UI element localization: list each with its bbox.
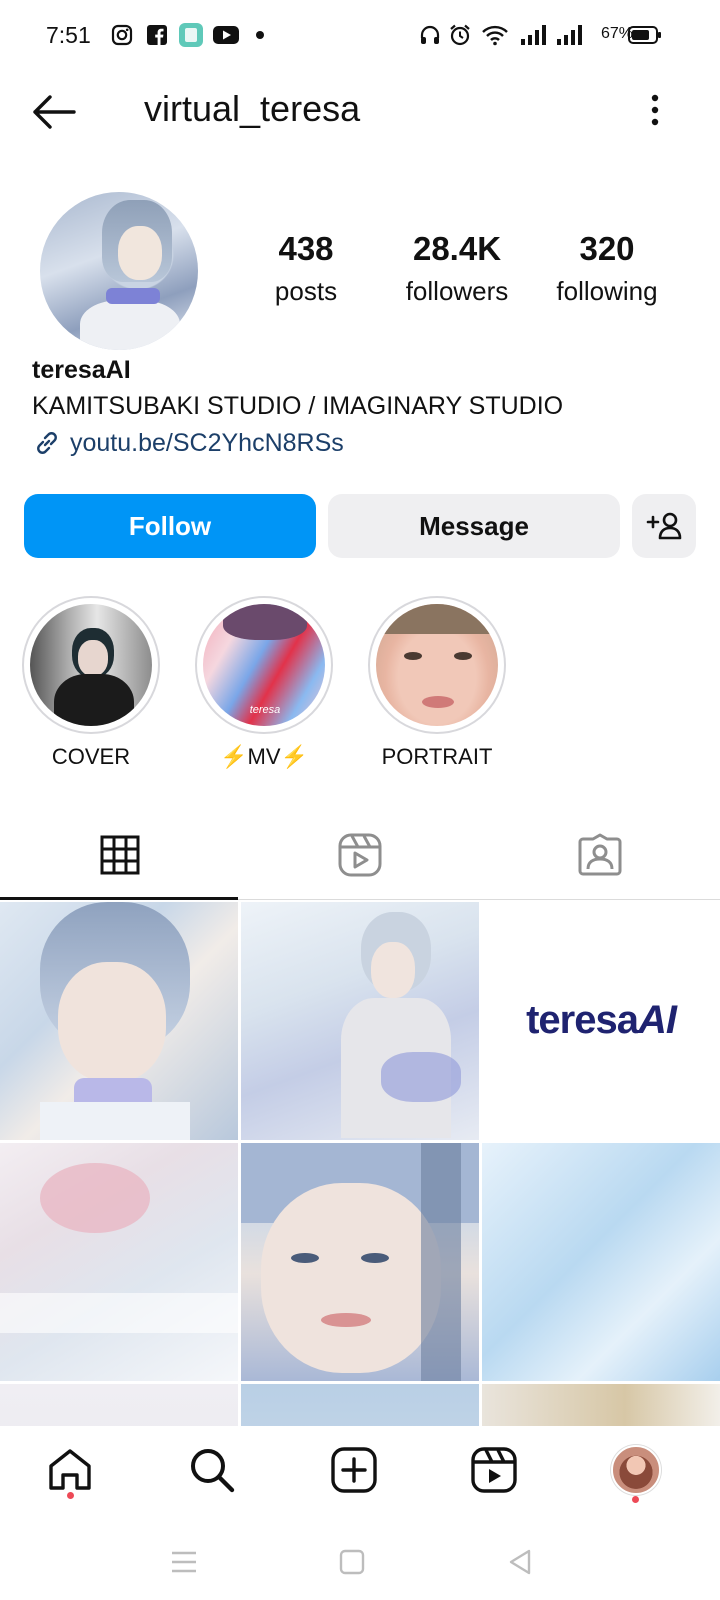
posts-grid: teresaAI (0, 902, 720, 1426)
battery-icon (628, 22, 662, 48)
reels-icon (338, 833, 382, 877)
system-navigation-bar (0, 1522, 720, 1600)
grid-post[interactable] (0, 1143, 238, 1381)
back-system-button[interactable] (500, 1542, 540, 1582)
reels-icon (471, 1447, 517, 1493)
highlight-portrait-label: PORTRAIT (381, 744, 493, 769)
stat-followers-label: followers (405, 276, 509, 306)
home-icon (49, 1449, 91, 1490)
square-icon (339, 1549, 365, 1575)
menu-icon (172, 1551, 196, 1573)
add-post-icon (331, 1447, 377, 1493)
app-icon (178, 22, 204, 48)
stat-following-label: following (556, 276, 658, 306)
status-bar: 7:51 67% (0, 0, 720, 72)
grid-post[interactable] (241, 1384, 479, 1426)
stat-posts[interactable]: 438 posts (256, 230, 356, 307)
grid-post[interactable] (482, 1143, 720, 1381)
grid-post-logo[interactable]: teresaAI (482, 902, 720, 1140)
more-options-button[interactable] (640, 92, 672, 132)
nav-home[interactable] (34, 1440, 106, 1500)
stat-following-value: 320 (579, 230, 635, 267)
bottom-navigation (0, 1426, 720, 1522)
header-username: virtual_teresa (144, 88, 361, 129)
tagged-person-icon (578, 833, 622, 876)
active-tab-indicator (0, 897, 238, 900)
wifi-icon (480, 22, 510, 48)
alarm-icon (448, 22, 472, 48)
highlight-cover-image (30, 604, 152, 726)
highlight-cover[interactable]: COVER (22, 596, 160, 769)
profile-tabs (0, 810, 720, 900)
grid-post[interactable] (241, 902, 479, 1140)
highlight-portrait-image (376, 604, 498, 726)
highlight-portrait[interactable]: PORTRAIT (368, 596, 506, 769)
profile-avatar-small (611, 1445, 661, 1495)
tab-posts-grid[interactable] (0, 810, 240, 900)
status-time: 7:51 (46, 22, 91, 48)
grid-post[interactable] (482, 1384, 720, 1426)
back-button[interactable] (30, 92, 82, 132)
signal-icon (518, 22, 548, 48)
highlight-mv-image: teresa (203, 604, 325, 726)
recent-apps-button[interactable] (164, 1542, 204, 1582)
profile-notification-dot (632, 1496, 639, 1503)
tab-tagged[interactable] (480, 810, 720, 900)
arrow-left-icon (33, 95, 76, 129)
profile-link-text: youtu.be/SC2YhcN8RSs (70, 428, 344, 457)
highlight-mv-label: ⚡MV⚡ (220, 744, 308, 769)
stat-followers[interactable]: 28.4K followers (390, 230, 524, 307)
link-icon (37, 432, 57, 454)
youtube-icon (212, 22, 240, 48)
grid-icon (100, 835, 140, 875)
highlight-mv-caption: teresa (249, 704, 281, 716)
signal-icon (554, 22, 584, 48)
stat-posts-label: posts (274, 276, 338, 306)
nav-search[interactable] (176, 1440, 248, 1500)
stat-posts-value: 438 (278, 230, 334, 267)
home-button[interactable] (332, 1542, 372, 1582)
suggested-users-button[interactable] (632, 494, 696, 558)
nav-profile[interactable] (600, 1440, 672, 1500)
triangle-back-icon (509, 1549, 531, 1575)
stat-followers-value: 28.4K (412, 230, 502, 267)
message-button[interactable]: Message (328, 494, 620, 558)
highlight-mv[interactable]: teresa ⚡MV⚡ (195, 596, 333, 769)
profile-bio: KAMITSUBAKI STUDIO / IMAGINARY STUDIO (32, 392, 564, 420)
instagram-icon (110, 22, 134, 48)
headphones-icon (418, 22, 442, 48)
grid-logo-text: teresaAI (526, 998, 677, 1042)
facebook-icon (146, 22, 168, 48)
grid-post[interactable] (0, 1384, 238, 1426)
profile-link[interactable]: youtu.be/SC2YhcN8RSs (32, 428, 344, 458)
profile-header: virtual_teresa (0, 72, 720, 152)
profile-display-name: teresaAI (32, 356, 131, 384)
nav-create[interactable] (318, 1440, 390, 1500)
more-vertical-icon (651, 94, 659, 126)
grid-post[interactable] (241, 1143, 479, 1381)
search-icon (191, 1449, 235, 1493)
highlight-cover-label: COVER (51, 744, 131, 769)
grid-post[interactable] (0, 902, 238, 1140)
stat-following[interactable]: 320 following (542, 230, 672, 307)
tab-reels[interactable] (240, 810, 480, 900)
add-person-icon (646, 512, 682, 540)
profile-avatar[interactable] (40, 192, 198, 350)
home-notification-dot (67, 1492, 74, 1499)
nav-reels[interactable] (458, 1440, 530, 1500)
follow-button[interactable]: Follow (24, 494, 316, 558)
notification-dot (256, 31, 264, 39)
